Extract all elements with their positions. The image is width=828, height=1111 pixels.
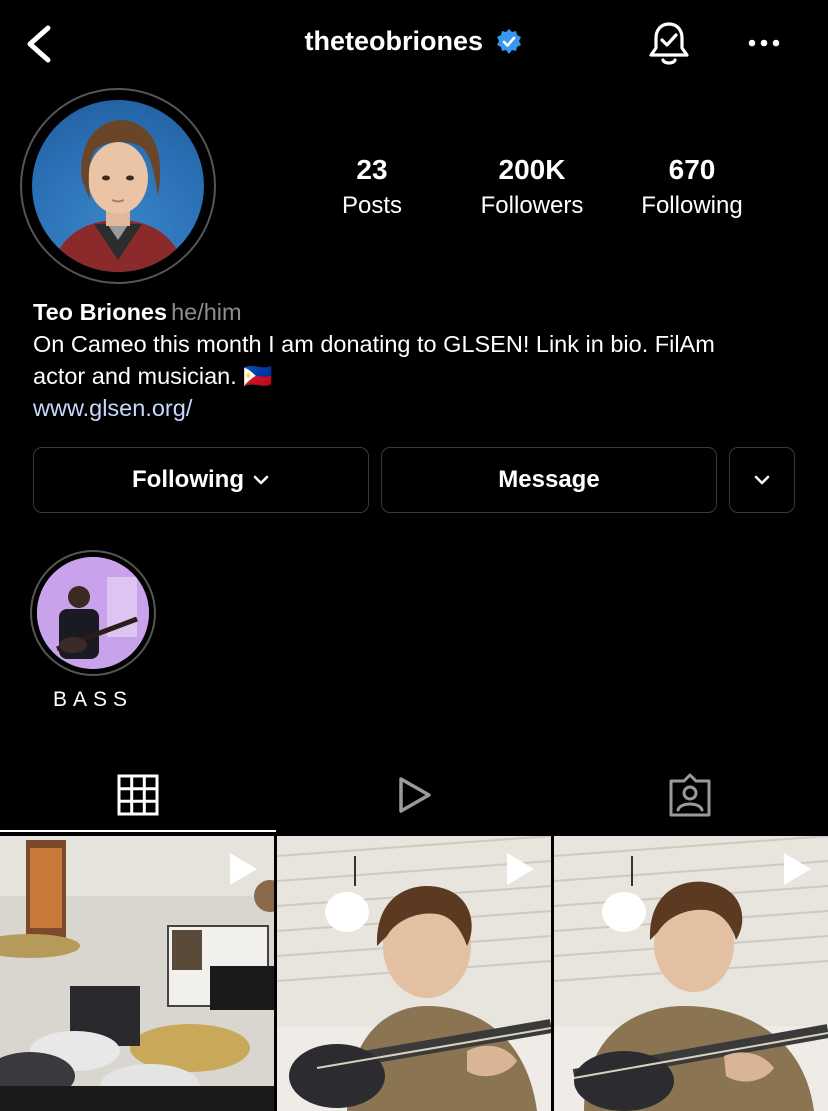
- post-thumbnail-2[interactable]: [277, 836, 551, 1111]
- chevron-down-icon: [253, 475, 269, 485]
- avatar-portrait-icon: [52, 120, 184, 272]
- stat-value: 670: [668, 154, 716, 185]
- name-line: Teo Briones he/him: [33, 296, 813, 328]
- highlight-label: BASS: [52, 688, 134, 711]
- tab-posts-grid[interactable]: [0, 760, 276, 830]
- website-link[interactable]: www.glsen.org/: [33, 395, 192, 421]
- video-play-icon: [784, 853, 811, 885]
- message-button[interactable]: Message: [381, 447, 717, 513]
- following-button[interactable]: Following: [33, 447, 369, 513]
- more-options-icon[interactable]: [744, 28, 784, 58]
- bio-section: Teo Briones he/him On Cameo this month I …: [33, 296, 813, 424]
- video-play-icon: [230, 853, 257, 885]
- verified-badge-icon: [497, 28, 522, 54]
- suggested-accounts-button[interactable]: [729, 447, 795, 513]
- stat-posts[interactable]: 23 Posts: [287, 152, 457, 222]
- message-button-label: Message: [498, 466, 600, 493]
- active-tab-indicator: [0, 830, 276, 832]
- stat-followers[interactable]: 200K Followers: [447, 152, 617, 222]
- profile-avatar[interactable]: [32, 100, 204, 272]
- video-play-icon: [507, 853, 534, 885]
- chevron-down-icon: [754, 475, 770, 485]
- following-button-label: Following: [132, 466, 244, 493]
- highlight-thumbnail-icon: [37, 557, 149, 669]
- tagged-person-icon: [669, 773, 711, 817]
- stat-label: Posts: [341, 192, 403, 219]
- notification-bell-icon[interactable]: [646, 20, 692, 68]
- tab-tagged[interactable]: [552, 760, 828, 830]
- header-title: theteobriones: [0, 26, 828, 57]
- bio-text-line-1: On Cameo this month I am donating to GLS…: [33, 331, 715, 357]
- stat-value: 23: [356, 154, 388, 185]
- stat-following[interactable]: 670 Following: [607, 152, 777, 222]
- highlight-bass[interactable]: [37, 557, 149, 669]
- stat-label: Followers: [480, 192, 584, 219]
- reels-play-icon: [399, 777, 431, 813]
- stat-value: 200K: [498, 154, 566, 185]
- grid-icon: [117, 774, 159, 816]
- pronouns: he/him: [171, 299, 242, 325]
- post-thumbnail-3[interactable]: [554, 836, 828, 1111]
- stat-label: Following: [641, 192, 743, 219]
- username: theteobriones: [304, 26, 484, 56]
- display-name: Teo Briones: [33, 299, 168, 325]
- tab-reels[interactable]: [276, 760, 552, 830]
- bio-text-line-2: actor and musician. 🇵🇭: [33, 363, 273, 389]
- post-thumbnail-1[interactable]: [0, 836, 274, 1111]
